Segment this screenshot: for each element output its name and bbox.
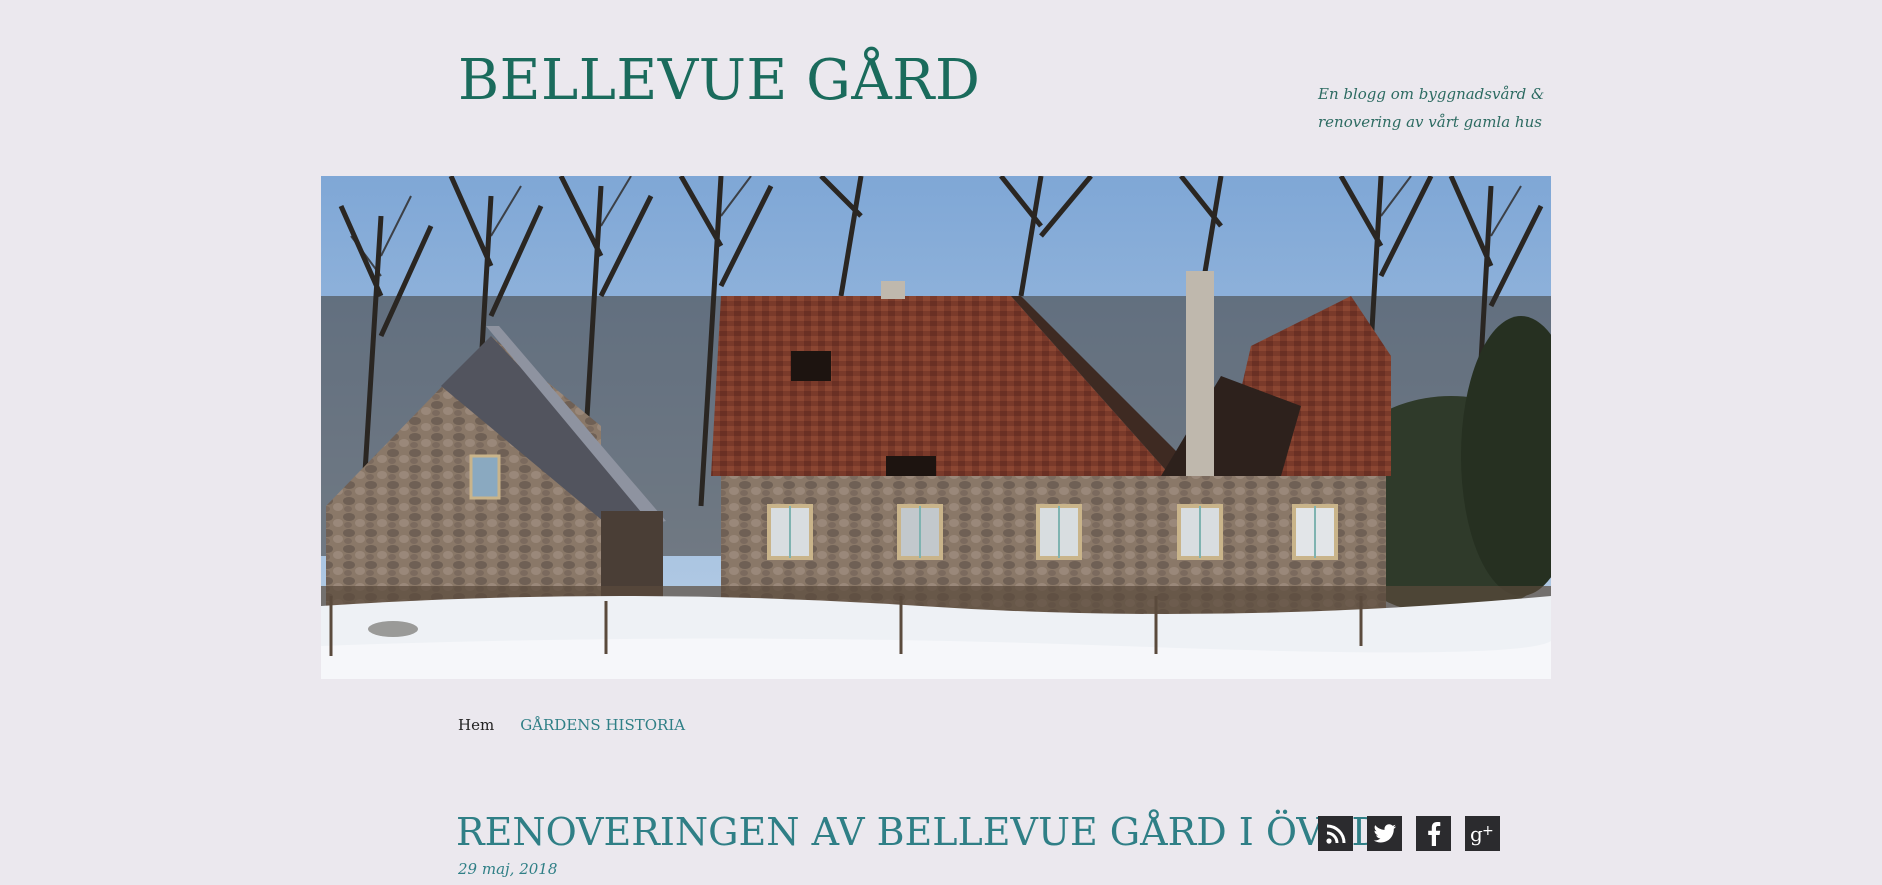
site-tagline: En blogg om byggnadsvård & renovering av… xyxy=(1318,80,1558,136)
header-image xyxy=(321,176,1551,679)
rss-button[interactable] xyxy=(1318,816,1353,851)
facebook-button[interactable] xyxy=(1416,816,1451,851)
tagline-line-2: renovering av vårt gamla hus xyxy=(1318,113,1542,131)
tagline-line-1: En blogg om byggnadsvård & xyxy=(1318,85,1545,103)
twitter-icon xyxy=(1373,823,1396,842)
rss-icon xyxy=(1325,824,1345,844)
google-plus-button[interactable]: g + xyxy=(1465,816,1500,851)
post-title[interactable]: RENOVERINGEN AV BELLEVUE GÅRD I ÖVED xyxy=(456,802,1382,862)
main-navigation: Hem GÅRDENS HISTORIA xyxy=(458,716,685,734)
post-date: 29 maj, 2018 xyxy=(458,860,558,878)
nav-item-gardens-historia[interactable]: GÅRDENS HISTORIA xyxy=(520,716,685,734)
nav-item-hem[interactable]: Hem xyxy=(458,716,494,734)
twitter-button[interactable] xyxy=(1367,816,1402,851)
social-links: g + xyxy=(1318,816,1500,851)
svg-text:+: + xyxy=(1482,823,1494,839)
google-plus-icon: g + xyxy=(1470,822,1494,846)
site-title[interactable]: BELLEVUE GÅRD xyxy=(458,46,980,116)
facebook-icon xyxy=(1427,821,1440,846)
